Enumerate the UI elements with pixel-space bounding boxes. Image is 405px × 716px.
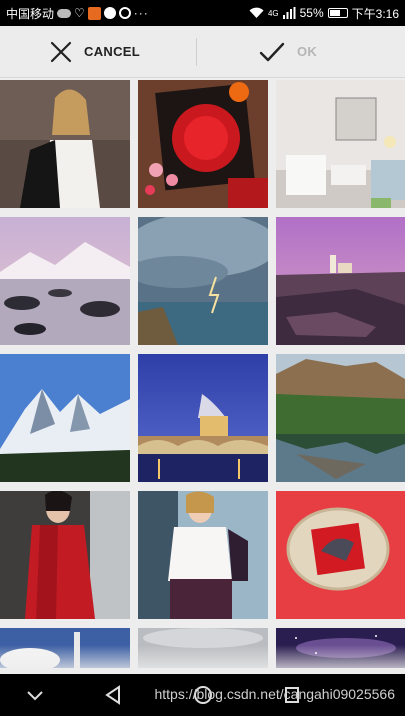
signal-icon [282, 7, 296, 19]
photo-thumb-lake-reflection[interactable] [276, 354, 405, 482]
photo-thumb-domed-church[interactable] [138, 354, 268, 482]
close-icon [50, 41, 72, 62]
cancel-button[interactable]: CANCEL [0, 26, 196, 77]
photo-thumb-woman-red-coat[interactable] [0, 491, 130, 619]
photo-thumb-lighthouse-dusk[interactable] [276, 217, 405, 345]
status-bar: 中国移动 ♡ ··· 4G 55% 下午3:16 [0, 0, 405, 26]
photo-thumb-rocket-launch[interactable] [0, 628, 130, 668]
photo-thumb-woman-white-blouse[interactable] [138, 491, 268, 619]
battery-icon [327, 8, 348, 18]
ok-button[interactable]: OK [197, 26, 405, 77]
ok-label: OK [297, 44, 318, 59]
cancel-label: CANCEL [84, 44, 140, 59]
qq-icon [118, 7, 131, 19]
wifi-icon [249, 7, 264, 19]
photo-thumb-starry-sky[interactable] [276, 628, 405, 668]
check-icon [259, 42, 285, 61]
navigation-bar: https://blog.csdn.net/cangahi09025566 [0, 674, 405, 716]
photo-thumb-snow-mountains[interactable] [0, 354, 130, 482]
hide-nav-chevron-icon[interactable] [26, 688, 44, 702]
photo-thumb-paper-cut-bowl[interactable] [276, 491, 405, 619]
back-icon[interactable] [104, 685, 122, 705]
photo-thumb-living-room[interactable] [276, 80, 405, 208]
carrier-label: 中国移动 [6, 6, 55, 21]
app-notification-icon [87, 6, 101, 20]
clock: 下午3:16 [351, 6, 399, 21]
more-notifications-dots: ··· [133, 6, 149, 20]
cloud-icon [57, 8, 72, 18]
battery-percent: 55% [299, 6, 324, 20]
photo-thumb-woman-dress[interactable] [0, 80, 130, 208]
action-bar: CANCEL OK [0, 26, 405, 78]
network-type-label: 4G [267, 8, 279, 18]
photo-grid [0, 80, 405, 668]
heart-rate-icon: ♡ [74, 6, 85, 20]
photo-thumb-paper-cut[interactable] [138, 80, 268, 208]
chat-icon [103, 7, 116, 19]
watermark-url: https://blog.csdn.net/cangahi09025566 [154, 686, 395, 702]
photo-thumb-grey-sky[interactable] [138, 628, 268, 668]
photo-thumb-lightning-storm[interactable] [138, 217, 268, 345]
photo-thumb-misty-lake[interactable] [0, 217, 130, 345]
